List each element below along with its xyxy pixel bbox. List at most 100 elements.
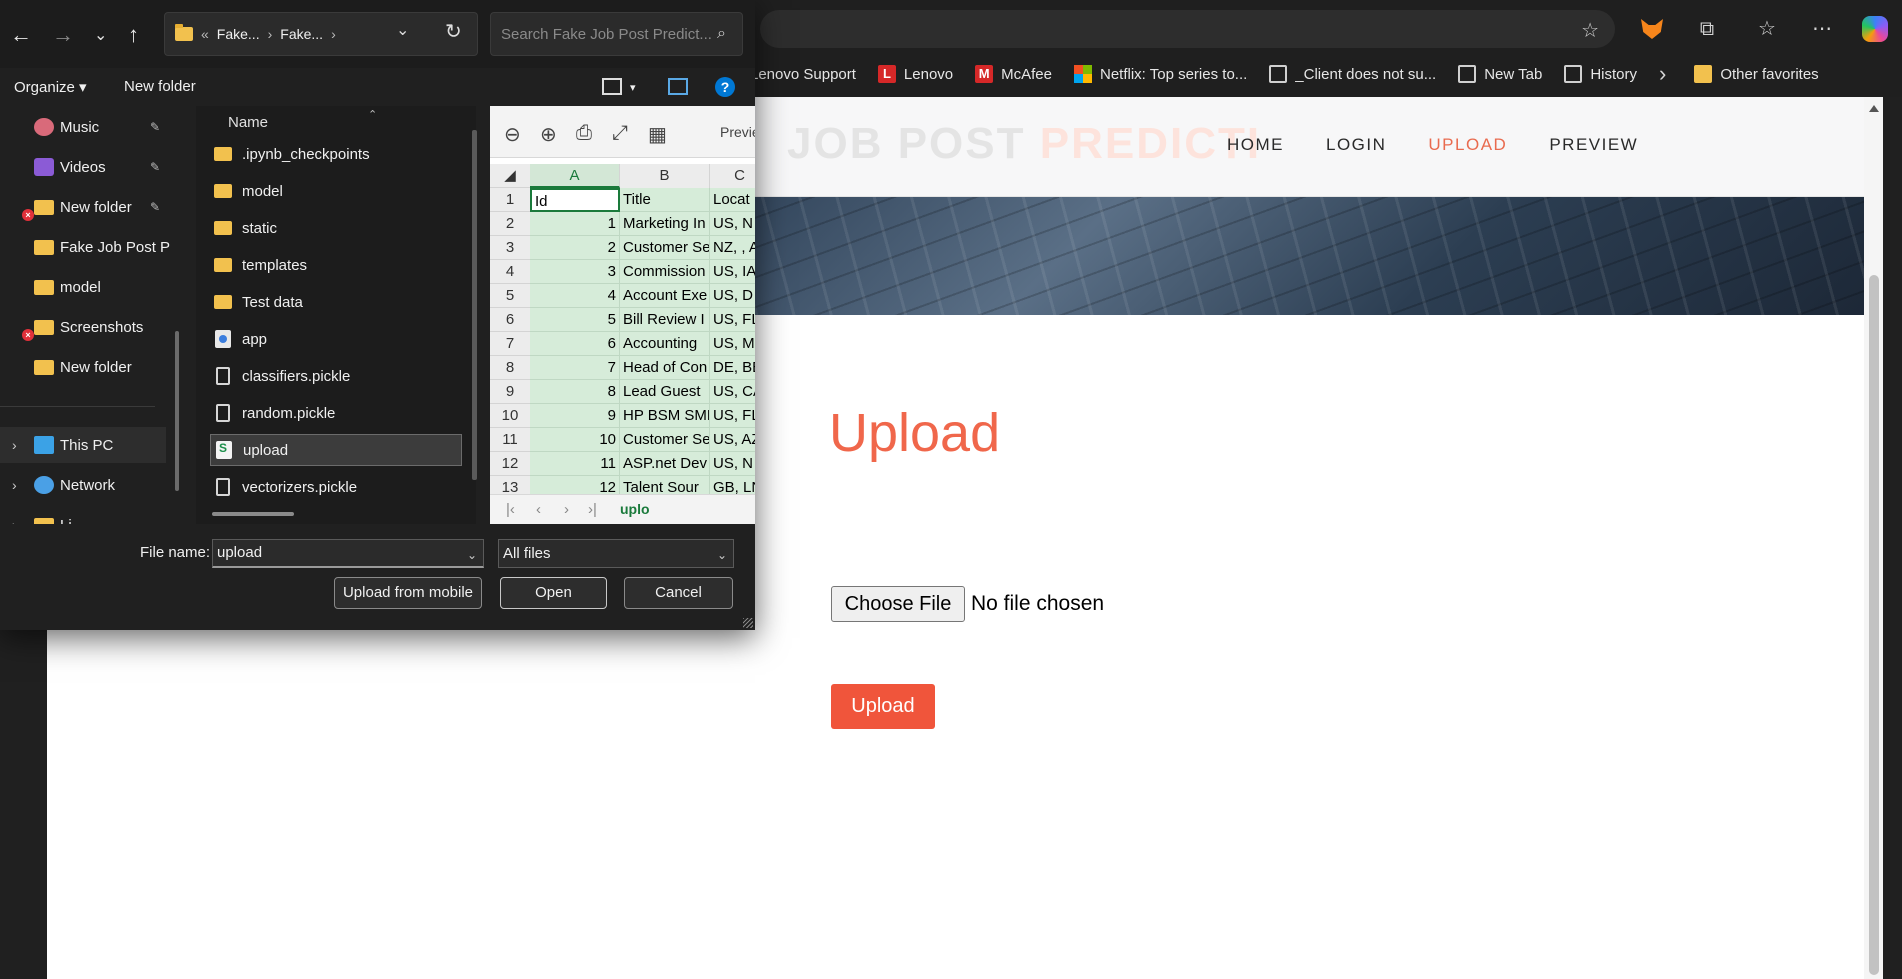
- row-header[interactable]: 4: [490, 260, 530, 284]
- table-cell[interactable]: Head of Con: [620, 356, 710, 380]
- table-cell[interactable]: ASP.net Dev: [620, 452, 710, 476]
- row-header[interactable]: 8: [490, 356, 530, 380]
- table-cell[interactable]: US, CA: [710, 380, 755, 404]
- table-cell[interactable]: Account Exe: [620, 284, 710, 308]
- sidebar-item-new-folder-2[interactable]: New folder: [0, 349, 170, 385]
- table-cell[interactable]: NZ, , A: [710, 236, 755, 260]
- list-item[interactable]: static: [210, 212, 462, 244]
- table-cell[interactable]: US, FL: [710, 308, 755, 332]
- table-cell[interactable]: Commission: [620, 260, 710, 284]
- bookmark-netflix[interactable]: Netflix: Top series to...: [1074, 65, 1247, 83]
- bookmark-mcafee[interactable]: M McAfee: [975, 65, 1052, 83]
- table-cell[interactable]: Id: [530, 188, 620, 212]
- copilot-icon[interactable]: [1862, 16, 1888, 42]
- row-header[interactable]: 11: [490, 428, 530, 452]
- refresh-icon[interactable]: ↻: [445, 19, 462, 44]
- first-sheet-icon[interactable]: |‹: [506, 501, 515, 518]
- bookmark-history[interactable]: History: [1564, 65, 1637, 83]
- nav-login[interactable]: LOGIN: [1326, 135, 1386, 155]
- bookmark-lenovo-support[interactable]: Lenovo Support: [750, 66, 856, 83]
- file-name-field[interactable]: upload ⌄: [212, 539, 484, 568]
- sheet-tab[interactable]: uplo: [620, 501, 650, 517]
- row-header[interactable]: 9: [490, 380, 530, 404]
- list-item[interactable]: random.pickle: [210, 397, 462, 429]
- list-item[interactable]: vectorizers.pickle: [210, 471, 462, 503]
- list-item[interactable]: model: [210, 175, 462, 207]
- list-item[interactable]: templates: [210, 249, 462, 281]
- favorites-icon[interactable]: ☆: [1752, 14, 1782, 44]
- table-cell[interactable]: US, M: [710, 332, 755, 356]
- row-header[interactable]: 6: [490, 308, 530, 332]
- metamask-icon[interactable]: [1641, 19, 1663, 39]
- sidebar-item-screenshots[interactable]: × Screenshots: [0, 309, 170, 345]
- table-cell[interactable]: 4: [530, 284, 620, 308]
- last-sheet-icon[interactable]: ›|: [588, 501, 597, 518]
- zoom-out-icon[interactable]: ⊖: [504, 122, 521, 147]
- table-cell[interactable]: US, N: [710, 452, 755, 476]
- cancel-button[interactable]: Cancel: [624, 577, 733, 609]
- sidebar-item-fake-job-post[interactable]: Fake Job Post Pr: [0, 229, 170, 265]
- table-cell[interactable]: US, FL: [710, 404, 755, 428]
- sidebar-item-network[interactable]: › Network: [0, 467, 170, 503]
- nav-upload[interactable]: UPLOAD: [1428, 135, 1507, 155]
- row-header[interactable]: 1: [490, 188, 530, 212]
- expand-chevron-icon[interactable]: ›: [12, 517, 17, 524]
- path-dropdown-chevron-icon[interactable]: ⌄: [396, 20, 409, 40]
- up-arrow-icon[interactable]: ↑: [128, 22, 139, 48]
- bookmarks-overflow-chevron-icon[interactable]: ›: [1659, 61, 1666, 87]
- breadcrumb-segment[interactable]: Fake...: [217, 26, 260, 42]
- table-cell[interactable]: US, IA: [710, 260, 755, 284]
- table-cell[interactable]: 11: [530, 452, 620, 476]
- file-list-scrollbar[interactable]: [472, 130, 477, 480]
- organize-button[interactable]: Organize ▾: [14, 78, 87, 96]
- bookmark-client[interactable]: _Client does not su...: [1269, 65, 1436, 83]
- table-cell[interactable]: 8: [530, 380, 620, 404]
- forward-arrow-icon[interactable]: →: [52, 22, 74, 48]
- expand-chevron-icon[interactable]: ›: [12, 437, 17, 453]
- table-cell[interactable]: Customer Se: [620, 428, 710, 452]
- open-button[interactable]: Open: [500, 577, 607, 609]
- sheet-grid-icon[interactable]: ▦: [648, 122, 667, 147]
- recent-locations-chevron-icon[interactable]: ⌄: [94, 25, 107, 45]
- row-header[interactable]: 5: [490, 284, 530, 308]
- table-cell[interactable]: 2: [530, 236, 620, 260]
- table-cell[interactable]: US, D: [710, 284, 755, 308]
- address-path[interactable]: « Fake... › Fake... ›: [164, 12, 478, 56]
- table-cell[interactable]: Customer Se: [620, 236, 710, 260]
- nav-home[interactable]: HOME: [1227, 135, 1284, 155]
- table-cell[interactable]: 3: [530, 260, 620, 284]
- table-cell[interactable]: Locat: [710, 188, 755, 212]
- sidebar-item-model[interactable]: model: [0, 269, 170, 305]
- row-header[interactable]: 10: [490, 404, 530, 428]
- list-item[interactable]: .ipynb_checkpoints: [210, 138, 462, 170]
- row-header[interactable]: 12: [490, 452, 530, 476]
- expand-chevron-icon[interactable]: ›: [12, 477, 17, 493]
- prev-sheet-icon[interactable]: ‹: [536, 501, 541, 518]
- list-item-selected[interactable]: upload: [210, 434, 462, 466]
- upload-button[interactable]: Upload: [831, 684, 935, 729]
- table-cell[interactable]: HP BSM SME: [620, 404, 710, 428]
- sidebar-item-new-folder[interactable]: × New folder ✎: [0, 189, 170, 225]
- table-cell[interactable]: Bill Review I: [620, 308, 710, 332]
- extensions-icon[interactable]: ⧉: [1692, 14, 1722, 44]
- help-icon[interactable]: ?: [715, 77, 735, 97]
- upload-from-mobile-button[interactable]: Upload from mobile: [334, 577, 482, 609]
- sidebar-item-videos[interactable]: Videos ✎: [0, 149, 170, 185]
- search-input[interactable]: Search Fake Job Post Predict... ⌕: [490, 12, 743, 56]
- fit-page-icon[interactable]: ⤢: [612, 122, 628, 145]
- row-header[interactable]: 7: [490, 332, 530, 356]
- column-header-name[interactable]: Name: [228, 114, 268, 131]
- site-logo[interactable]: JOB POST PREDICTI: [787, 119, 1261, 169]
- table-cell[interactable]: US, N: [710, 212, 755, 236]
- bookmark-new-tab[interactable]: New Tab: [1458, 65, 1542, 83]
- page-scrollbar-thumb[interactable]: [1869, 275, 1879, 975]
- chevron-down-icon[interactable]: ⌄: [467, 542, 477, 568]
- print-icon[interactable]: ⎙: [576, 122, 592, 145]
- table-cell[interactable]: Marketing In: [620, 212, 710, 236]
- favorite-star-icon[interactable]: ☆: [1581, 18, 1599, 43]
- scroll-up-arrow-icon[interactable]: [1869, 105, 1879, 112]
- table-cell[interactable]: Lead Guest: [620, 380, 710, 404]
- table-cell[interactable]: 5: [530, 308, 620, 332]
- column-header[interactable]: A: [530, 164, 620, 188]
- sidebar-item-music[interactable]: Music ✎: [0, 109, 170, 145]
